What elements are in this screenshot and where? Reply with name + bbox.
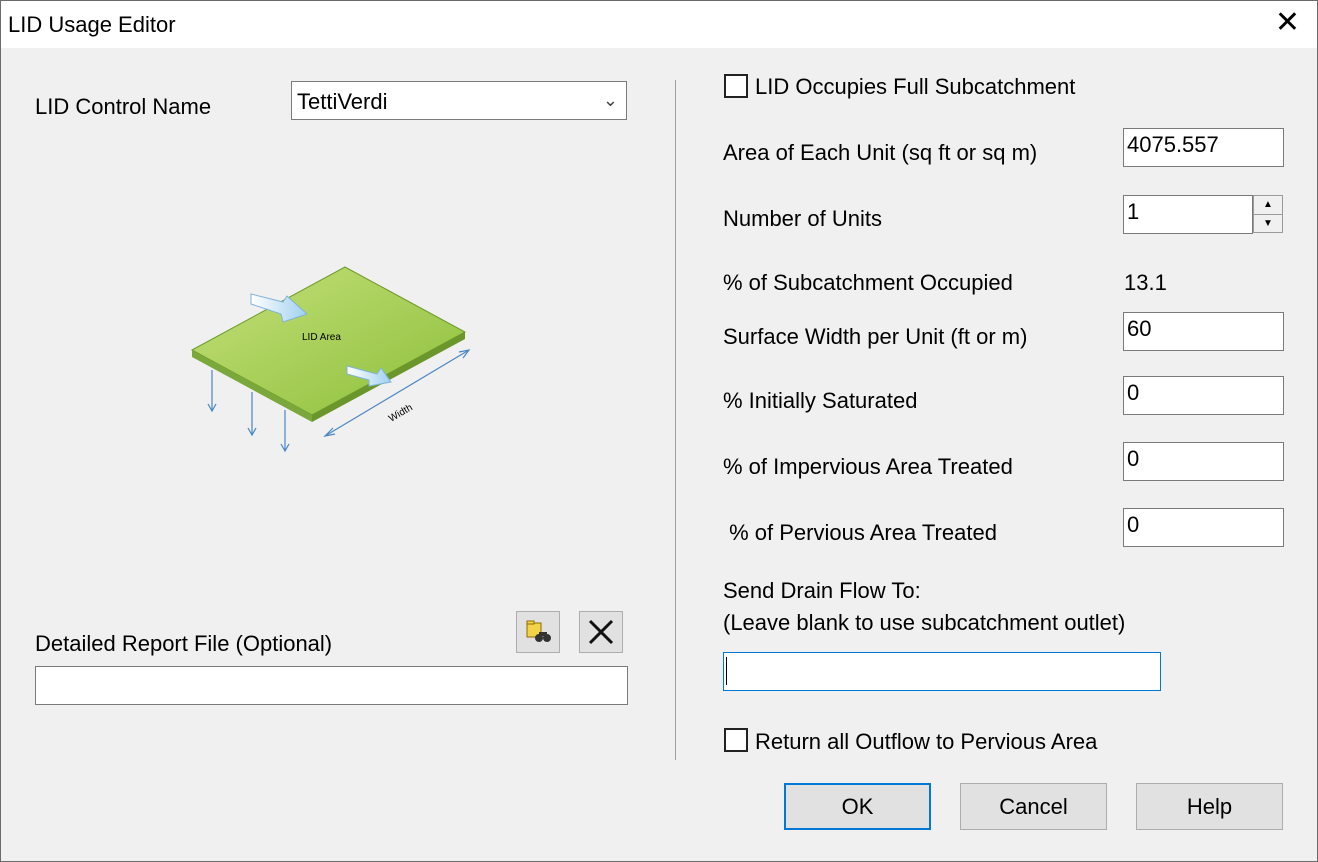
units-label: Number of Units <box>723 206 882 231</box>
lid-diagram: LID Area Width <box>190 266 471 453</box>
clear-report-button[interactable] <box>579 611 623 653</box>
chevron-down-icon: ⌄ <box>602 90 618 110</box>
divider <box>675 80 676 760</box>
units-spinner[interactable]: ▲ ▼ <box>1253 195 1283 233</box>
close-icon[interactable]: ✕ <box>1275 8 1300 38</box>
help-button[interactable]: Help <box>1136 783 1283 830</box>
width-input[interactable]: 60 <box>1123 312 1284 351</box>
cancel-button[interactable]: Cancel <box>960 783 1107 830</box>
title-bar: LID Usage Editor ✕ <box>0 0 1318 48</box>
impervious-input[interactable]: 0 <box>1123 442 1284 481</box>
text-caret <box>726 657 727 685</box>
saturated-input[interactable]: 0 <box>1123 376 1284 415</box>
full-subcatchment-label: LID Occupies Full Subcatchment <box>755 74 1076 99</box>
drain-hint-label: (Leave blank to use subcatchment outlet) <box>723 610 1126 635</box>
occupied-value: 13.1 <box>1124 270 1167 295</box>
return-outflow-checkbox[interactable] <box>724 728 748 752</box>
occupied-label: % of Subcatchment Occupied <box>723 270 1013 295</box>
return-outflow-label: Return all Outflow to Pervious Area <box>755 729 1098 754</box>
width-label: Surface Width per Unit (ft or m) <box>723 324 1028 349</box>
pervious-input[interactable]: 0 <box>1123 508 1284 547</box>
browse-folder-icon <box>526 620 551 642</box>
clear-x-icon <box>588 619 614 645</box>
report-file-input[interactable] <box>35 666 628 705</box>
lid-control-label: LID Control Name <box>35 94 212 119</box>
window-title: LID Usage Editor <box>8 12 176 37</box>
report-file-label: Detailed Report File (Optional) <box>35 631 333 656</box>
browse-folder-button[interactable] <box>516 611 560 653</box>
lid-control-select[interactable]: TettiVerdi ⌄ <box>291 81 627 120</box>
ok-button[interactable]: OK <box>784 783 931 830</box>
impervious-label: % of Impervious Area Treated <box>723 454 1013 479</box>
units-input[interactable]: 1 <box>1123 195 1253 234</box>
saturated-label: % Initially Saturated <box>723 388 918 413</box>
area-label: Area of Each Unit (sq ft or sq m) <box>723 140 1038 165</box>
drain-input[interactable] <box>723 652 1161 691</box>
lid-control-value: TettiVerdi <box>297 89 388 114</box>
width-text: Width <box>387 402 415 424</box>
pervious-label: % of Pervious Area Treated <box>723 520 997 545</box>
area-input[interactable]: 4075.557 <box>1123 128 1284 167</box>
spin-down-icon[interactable]: ▼ <box>1254 215 1282 233</box>
full-subcatchment-checkbox[interactable] <box>724 74 748 98</box>
spin-up-icon[interactable]: ▲ <box>1254 196 1282 215</box>
lid-area-text: LID Area <box>302 332 341 343</box>
drain-label: Send Drain Flow To: <box>723 578 921 603</box>
